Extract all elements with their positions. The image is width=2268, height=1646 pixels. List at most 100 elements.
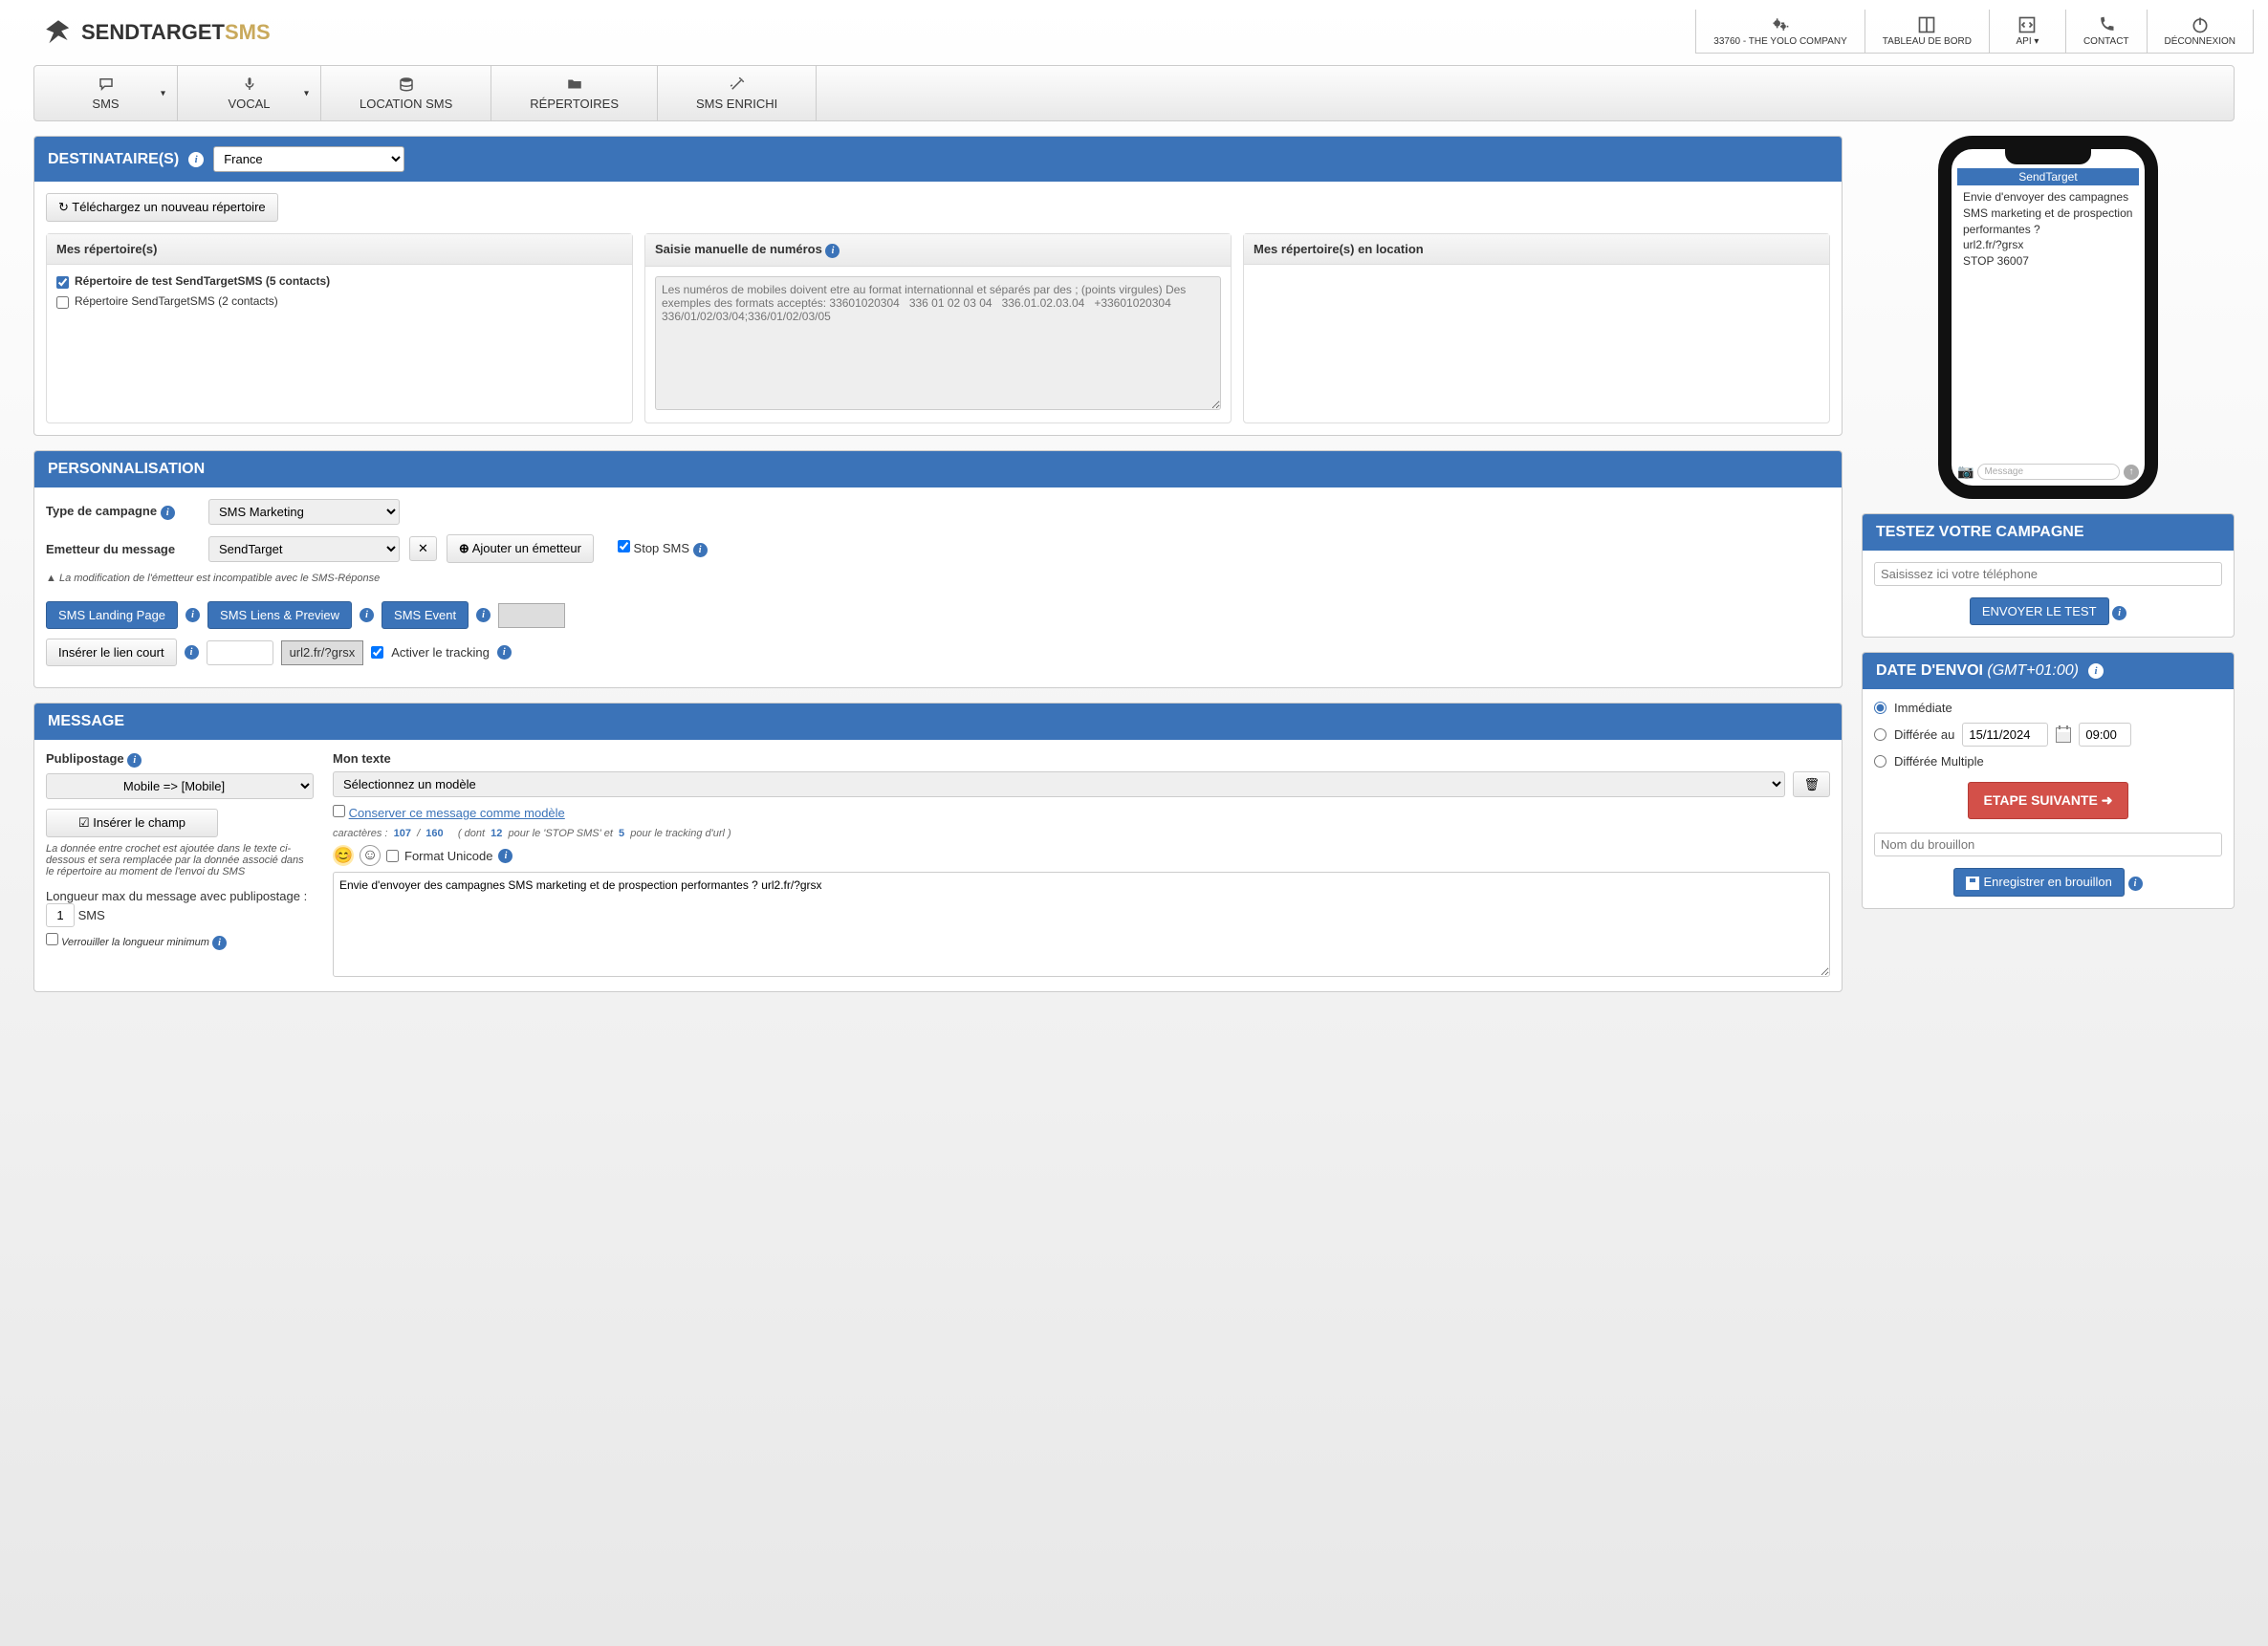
info-icon[interactable]: i (476, 608, 491, 622)
save-icon (1966, 877, 1979, 890)
phone-preview: SendTarget Envie d'envoyer des campagnes… (1938, 136, 2158, 499)
save-template-link[interactable]: Conserver ce message comme modèle (349, 806, 565, 820)
nav-repertoires[interactable]: RÉPERTOIRES (491, 66, 658, 120)
max-sms-input[interactable] (46, 903, 75, 927)
nav-vocal[interactable]: VOCAL▾ (178, 66, 321, 120)
deferred-radio[interactable] (1874, 728, 1886, 741)
my-repos-header: Mes répertoire(s) (47, 234, 632, 265)
pub-label: Publipostage i (46, 751, 314, 768)
database-icon (398, 76, 415, 93)
unicode-checkbox[interactable] (386, 850, 399, 862)
nav-location[interactable]: LOCATION SMS (321, 66, 491, 120)
app-logo: SENDTARGETSMS (14, 10, 271, 48)
lock-length-checkbox[interactable] (46, 933, 58, 945)
calendar-icon[interactable] (2056, 727, 2071, 743)
liens-preview-button[interactable]: SMS Liens & Preview (207, 601, 352, 629)
info-icon[interactable]: i (127, 753, 142, 768)
event-disabled-box (498, 603, 565, 628)
perso-header: PERSONNALISATION (34, 451, 1842, 487)
manual-numbers-textarea[interactable] (655, 276, 1221, 410)
phone-input-placeholder: Message (1977, 464, 2120, 480)
info-icon[interactable]: i (185, 608, 200, 622)
insert-short-link-button[interactable]: Insérer le lien court (46, 639, 177, 666)
info-icon[interactable]: i (2088, 663, 2104, 679)
draft-name-input[interactable] (1874, 833, 2222, 856)
logo-icon (43, 17, 74, 48)
chevron-down-icon: ▾ (304, 88, 309, 98)
template-select[interactable]: Sélectionnez un modèle (333, 771, 1785, 797)
info-icon[interactable]: i (2128, 877, 2143, 891)
repo-checkbox-2[interactable] (56, 296, 69, 309)
landing-page-button[interactable]: SMS Landing Page (46, 601, 178, 629)
repo-checkbox-1[interactable] (56, 276, 69, 289)
emoji-smile-btn[interactable]: 😊 (333, 845, 354, 866)
stop-sms-checkbox[interactable] (618, 540, 630, 552)
info-icon[interactable]: i (825, 244, 840, 258)
msg-header: MESSAGE (34, 704, 1842, 740)
country-select[interactable]: France (213, 146, 404, 172)
top-api[interactable]: API ▾ (1989, 10, 2065, 53)
manual-header: Saisie manuelle de numéros i (645, 234, 1231, 267)
max-length-row: Longueur max du message avec publipostag… (46, 889, 314, 927)
info-icon[interactable]: i (212, 936, 227, 950)
phone-message: Envie d'envoyer des campagnes SMS market… (1957, 185, 2139, 273)
info-icon[interactable]: i (360, 608, 374, 622)
tracking-checkbox[interactable] (371, 646, 383, 659)
stop-sms-label: Stop SMS (634, 541, 690, 555)
info-icon[interactable]: i (498, 849, 512, 863)
test-header: TESTEZ VOTRE CAMPAGNE (1863, 514, 2234, 551)
my-text-label: Mon texte (333, 751, 1830, 766)
rental-header: Mes répertoire(s) en location (1244, 234, 1829, 265)
emoji-neutral-btn[interactable]: ☺ (360, 845, 381, 866)
nav-sms[interactable]: SMS▾ (34, 66, 178, 120)
phone-icon (2097, 15, 2116, 34)
save-draft-button[interactable]: Enregistrer en brouillon (1953, 868, 2124, 897)
multiple-radio[interactable] (1874, 755, 1886, 768)
emitter-warning: ▲ La modification de l'émetteur est inco… (46, 573, 1830, 584)
clear-emitter-button[interactable]: ✕ (409, 536, 437, 561)
nav-enrichi[interactable]: SMS ENRICHI (658, 66, 817, 120)
info-icon[interactable]: i (497, 645, 512, 660)
next-step-button[interactable]: ETAPE SUIVANTE ➜ (1968, 782, 2129, 819)
info-icon[interactable]: i (2112, 606, 2126, 620)
chevron-down-icon: ▾ (2034, 36, 2039, 47)
send-test-button[interactable]: ENVOYER LE TEST (1970, 597, 2109, 625)
top-contact[interactable]: CONTACT (2065, 10, 2147, 53)
deferred-date-input[interactable] (1962, 723, 2048, 747)
emitter-select[interactable]: SendTarget (208, 536, 400, 562)
camera-icon: 📷 (1957, 464, 1974, 480)
immediate-label: Immédiate (1894, 701, 1952, 715)
top-logout[interactable]: DÉCONNEXION (2147, 10, 2253, 53)
repo-label-2[interactable]: Répertoire SendTargetSMS (2 contacts) (75, 294, 278, 308)
short-link-input[interactable] (207, 640, 273, 665)
folder-icon (566, 76, 583, 93)
info-icon[interactable]: i (161, 506, 175, 520)
deferred-label: Différée au (1894, 727, 1954, 742)
deferred-time-input[interactable] (2079, 723, 2131, 747)
test-phone-input[interactable] (1874, 562, 2222, 586)
save-template-checkbox[interactable] (333, 805, 345, 817)
info-icon[interactable]: i (185, 645, 199, 660)
mic-icon (241, 76, 258, 93)
delete-template-button[interactable]: 🗑 (1793, 771, 1830, 797)
immediate-radio[interactable] (1874, 702, 1886, 714)
pub-field-select[interactable]: Mobile => [Mobile] (46, 773, 314, 799)
lock-length-label: Verrouiller la longueur minimum (61, 937, 209, 948)
top-company[interactable]: 33760 - THE YOLO COMPANY (1696, 10, 1865, 53)
campaign-type-select[interactable]: SMS Marketing (208, 499, 400, 525)
char-counter: caractères : 107 / 160 ( dont 12 pour le… (333, 828, 1830, 839)
add-emitter-button[interactable]: ⊕ Ajouter un émetteur (447, 534, 594, 563)
emitter-label: Emetteur du message (46, 542, 199, 556)
multiple-label: Différée Multiple (1894, 754, 1984, 769)
unicode-label: Format Unicode (404, 849, 492, 863)
top-dashboard[interactable]: TABLEAU DE BORD (1865, 10, 1989, 53)
message-textarea[interactable] (333, 872, 1830, 977)
insert-field-button[interactable]: ☑ Insérer le champ (46, 809, 218, 837)
chat-icon (98, 76, 115, 93)
info-icon[interactable]: i (188, 152, 204, 167)
upload-repertoire-button[interactable]: ↻ Téléchargez un nouveau répertoire (46, 193, 278, 222)
info-icon[interactable]: i (693, 543, 708, 557)
repo-label-1[interactable]: Répertoire de test SendTargetSMS (5 cont… (75, 274, 330, 288)
sms-event-button[interactable]: SMS Event (382, 601, 469, 629)
dest-header: DESTINATAIRE(S) i France (34, 137, 1842, 182)
